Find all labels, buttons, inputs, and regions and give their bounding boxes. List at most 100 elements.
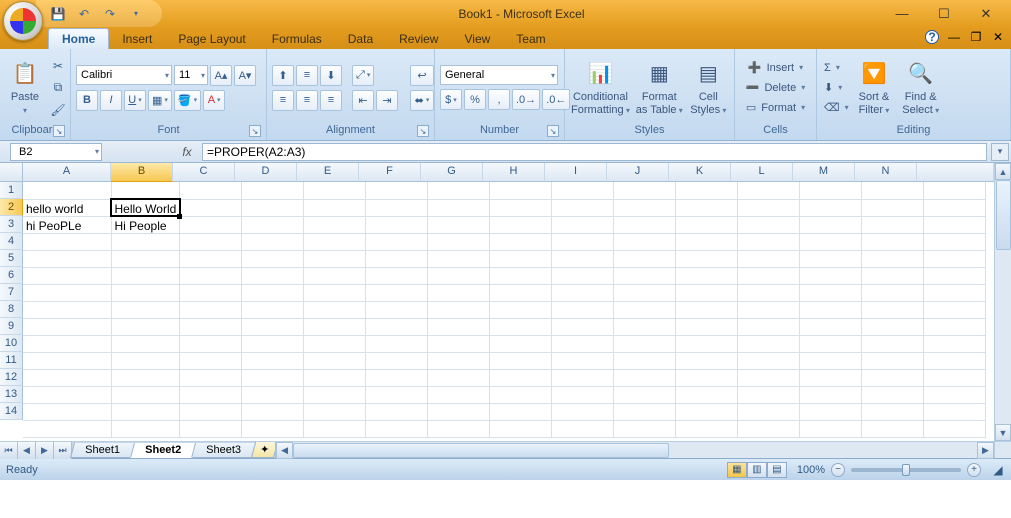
sheet-tab-sheet3[interactable]: Sheet3 bbox=[191, 443, 256, 458]
undo-icon[interactable]: ↶ bbox=[76, 6, 92, 22]
accounting-format-button[interactable]: $ bbox=[440, 89, 462, 110]
sheet-nav-prev-icon[interactable]: ◀ bbox=[18, 442, 36, 459]
align-center-button[interactable]: ≡ bbox=[296, 90, 318, 111]
close-workbook-icon[interactable]: ✕ bbox=[991, 30, 1005, 44]
cut-icon[interactable]: ✂ bbox=[48, 56, 68, 76]
restore-workbook-icon[interactable]: ❐ bbox=[969, 30, 983, 44]
row-header-14[interactable]: 14 bbox=[0, 403, 23, 420]
merge-center-button[interactable]: ⬌ bbox=[410, 90, 434, 111]
delete-cells-button[interactable]: ➖Delete bbox=[744, 78, 808, 98]
sheet-nav-next-icon[interactable]: ▶ bbox=[36, 442, 54, 459]
font-family-combo[interactable]: Calibri bbox=[76, 65, 172, 85]
maximize-button[interactable]: ☐ bbox=[923, 3, 965, 25]
horizontal-scrollbar[interactable]: ◀ ▶ bbox=[275, 442, 994, 458]
col-header-i[interactable]: I bbox=[545, 163, 607, 182]
row-header-4[interactable]: 4 bbox=[0, 233, 23, 250]
col-header-e[interactable]: E bbox=[297, 163, 359, 182]
copy-icon[interactable]: ⧉ bbox=[48, 78, 68, 98]
page-break-view-button[interactable]: ▤ bbox=[767, 462, 787, 478]
col-header-m[interactable]: M bbox=[793, 163, 855, 182]
tab-data[interactable]: Data bbox=[335, 29, 386, 49]
row-header-9[interactable]: 9 bbox=[0, 318, 23, 335]
zoom-thumb[interactable] bbox=[902, 464, 910, 476]
tab-home[interactable]: Home bbox=[48, 28, 109, 49]
close-button[interactable]: ✕ bbox=[965, 3, 1007, 25]
decrease-indent-button[interactable]: ⇤ bbox=[352, 90, 374, 111]
col-header-overflow[interactable] bbox=[917, 163, 994, 182]
wrap-text-button[interactable]: ↩ bbox=[410, 65, 434, 86]
format-as-table-button[interactable]: ▦Format as Table bbox=[634, 57, 685, 117]
font-size-combo[interactable]: 11 bbox=[174, 65, 208, 85]
zoom-slider[interactable] bbox=[851, 468, 961, 472]
sheet-nav-first-icon[interactable]: ⏮ bbox=[0, 442, 18, 459]
align-right-button[interactable]: ≡ bbox=[320, 90, 342, 111]
fx-icon[interactable]: fx bbox=[172, 145, 202, 159]
tab-review[interactable]: Review bbox=[386, 29, 451, 49]
tab-page-layout[interactable]: Page Layout bbox=[165, 29, 258, 49]
sheet-tab-sheet2[interactable]: Sheet2 bbox=[130, 443, 196, 458]
clipboard-launcher-icon[interactable]: ↘ bbox=[53, 125, 65, 137]
col-header-c[interactable]: C bbox=[173, 163, 235, 182]
align-left-button[interactable]: ≡ bbox=[272, 90, 294, 111]
cells-area[interactable]: hello worldHello World hi PeoPLeHi Peopl… bbox=[23, 182, 994, 441]
grow-font-button[interactable]: A▴ bbox=[210, 65, 232, 86]
col-header-a[interactable]: A bbox=[23, 163, 111, 182]
minimize-ribbon-icon[interactable]: — bbox=[947, 30, 961, 44]
redo-icon[interactable]: ↷ bbox=[102, 6, 118, 22]
border-button[interactable]: ▦ bbox=[148, 90, 172, 111]
vertical-scrollbar[interactable]: ▲ ▼ bbox=[994, 163, 1011, 441]
autosum-button[interactable]: Σ bbox=[822, 58, 851, 78]
cell-styles-button[interactable]: ▤Cell Styles bbox=[688, 57, 729, 117]
row-header-5[interactable]: 5 bbox=[0, 250, 23, 267]
font-color-button[interactable]: A bbox=[203, 90, 225, 111]
row-header-3[interactable]: 3 bbox=[0, 216, 23, 233]
sort-filter-button[interactable]: 🔽Sort & Filter bbox=[854, 57, 895, 117]
formula-bar[interactable] bbox=[202, 143, 987, 161]
col-header-h[interactable]: H bbox=[483, 163, 545, 182]
scroll-right-icon[interactable]: ▶ bbox=[977, 442, 994, 459]
col-header-k[interactable]: K bbox=[669, 163, 731, 182]
vscroll-thumb[interactable] bbox=[996, 180, 1011, 250]
row-header-7[interactable]: 7 bbox=[0, 284, 23, 301]
font-launcher-icon[interactable]: ↘ bbox=[249, 125, 261, 137]
minimize-button[interactable]: — bbox=[881, 3, 923, 25]
tab-formulas[interactable]: Formulas bbox=[259, 29, 335, 49]
scroll-left-icon[interactable]: ◀ bbox=[276, 442, 293, 459]
tab-insert[interactable]: Insert bbox=[109, 29, 165, 49]
col-header-l[interactable]: L bbox=[731, 163, 793, 182]
increase-indent-button[interactable]: ⇥ bbox=[376, 90, 398, 111]
fill-button[interactable]: ⬇ bbox=[822, 78, 851, 98]
find-select-button[interactable]: 🔍Find & Select bbox=[897, 57, 944, 117]
col-header-n[interactable]: N bbox=[855, 163, 917, 182]
zoom-out-button[interactable]: − bbox=[831, 463, 845, 477]
page-layout-view-button[interactable]: ▥ bbox=[747, 462, 767, 478]
format-painter-icon[interactable]: 🖌 bbox=[48, 100, 68, 120]
row-header-13[interactable]: 13 bbox=[0, 386, 23, 403]
increase-decimal-button[interactable]: .0→ bbox=[512, 89, 540, 110]
col-header-d[interactable]: D bbox=[235, 163, 297, 182]
orientation-button[interactable]: ⤢ bbox=[352, 65, 374, 86]
conditional-formatting-button[interactable]: 📊Conditional Formatting bbox=[570, 57, 631, 117]
normal-view-button[interactable]: ▦ bbox=[727, 462, 747, 478]
row-header-10[interactable]: 10 bbox=[0, 335, 23, 352]
scroll-up-icon[interactable]: ▲ bbox=[995, 163, 1011, 180]
cell-b2[interactable]: Hello World bbox=[111, 199, 180, 216]
align-top-button[interactable]: ⬆ bbox=[272, 65, 294, 86]
row-header-6[interactable]: 6 bbox=[0, 267, 23, 284]
insert-cells-button[interactable]: ➕Insert bbox=[746, 58, 805, 78]
row-header-1[interactable]: 1 bbox=[0, 182, 23, 199]
col-header-g[interactable]: G bbox=[421, 163, 483, 182]
align-middle-button[interactable]: ≡ bbox=[296, 65, 318, 86]
bold-button[interactable]: B bbox=[76, 90, 98, 111]
row-header-2[interactable]: 2 bbox=[0, 199, 23, 216]
format-cells-button[interactable]: ▭Format bbox=[744, 98, 807, 118]
cell-a2[interactable]: hello world bbox=[23, 199, 111, 216]
select-all-button[interactable] bbox=[0, 163, 23, 182]
name-box[interactable]: B2 bbox=[10, 143, 102, 161]
qat-customize-icon[interactable]: ▾ bbox=[128, 6, 144, 22]
sheet-tab-sheet1[interactable]: Sheet1 bbox=[70, 443, 135, 458]
cell-a3[interactable]: hi PeoPLe bbox=[23, 216, 111, 233]
number-launcher-icon[interactable]: ↘ bbox=[547, 125, 559, 137]
tab-view[interactable]: View bbox=[451, 29, 503, 49]
comma-button[interactable]: , bbox=[488, 89, 510, 110]
